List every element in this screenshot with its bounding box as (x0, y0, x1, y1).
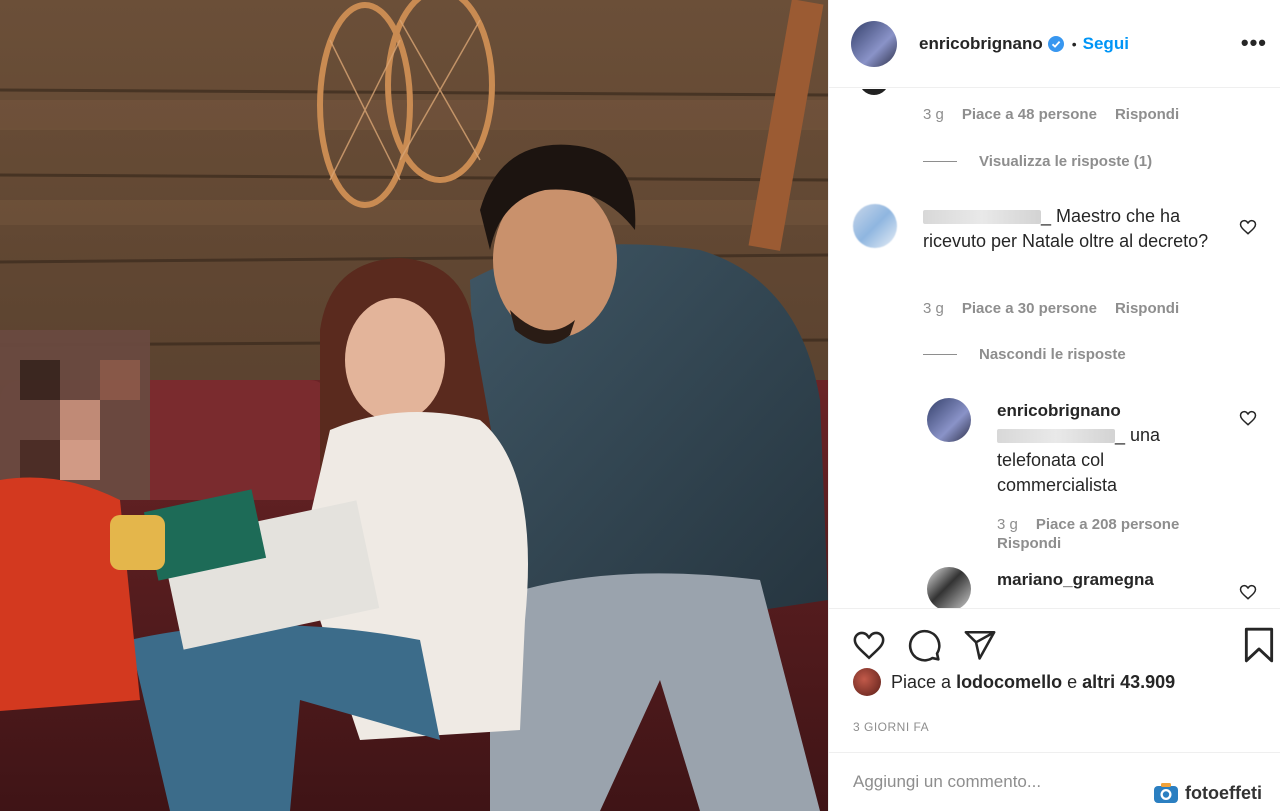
comment-username[interactable]: mariano_gramegna (997, 567, 1154, 592)
reply-button[interactable]: Rispondi (997, 535, 1061, 552)
like-comment-heart-icon[interactable] (1239, 218, 1257, 236)
reply-button[interactable]: Rispondi (1115, 106, 1179, 123)
reply-likes[interactable]: Piace a 208 persone (1036, 516, 1179, 533)
redacted-username (923, 210, 1041, 224)
more-options-icon[interactable]: ••• (1241, 30, 1267, 56)
reply-username[interactable]: enricobrignano (997, 398, 1217, 423)
header-separator: • (1072, 36, 1077, 52)
liker-username[interactable]: lodocomello (956, 672, 1062, 693)
comment-icon[interactable] (907, 628, 942, 663)
commenter-avatar[interactable] (927, 567, 971, 608)
reply-author-avatar[interactable] (927, 398, 971, 442)
reply-item: enricobrignano _ una telefonata col comm… (927, 398, 1227, 498)
comment-item: mariano_gramegna (927, 567, 1227, 608)
comment-time: 3 g (923, 106, 944, 123)
hide-replies-label: Nascondi le risposte (979, 346, 1126, 363)
view-replies-label: Visualizza le risposte (1) (979, 153, 1152, 170)
post-sidebar: enricobrignano • Segui ••• 3 g Piace a 4… (828, 0, 1280, 811)
replies-line (923, 161, 957, 162)
reply-time: 3 g (997, 516, 1018, 533)
redacted-mention (997, 429, 1115, 443)
post-time: 3 GIORNI FA (853, 720, 929, 734)
share-icon[interactable] (963, 628, 997, 662)
comment-meta: 3 g Piace a 30 persone Rispondi (923, 300, 1179, 317)
liker-avatar[interactable] (853, 668, 881, 696)
likes-middle: e (1067, 672, 1077, 693)
heart-icon[interactable] (851, 628, 887, 662)
hide-replies-button[interactable]: Nascondi le risposte (923, 346, 1126, 363)
watermark-text: fotoeffeti (1185, 783, 1262, 804)
comment-body: mariano_gramegna (997, 567, 1154, 608)
watermark: fotoeffeti (1147, 780, 1268, 806)
view-replies-button[interactable]: Visualizza le risposte (1) (923, 153, 1152, 170)
commenter-avatar[interactable] (853, 204, 897, 248)
author-username[interactable]: enricobrignano (919, 34, 1043, 54)
comment-item: _ Maestro che ha ricevuto per Natale olt… (853, 204, 1233, 254)
add-comment-input[interactable]: Aggiungi un commento... (853, 772, 1041, 792)
post-photo[interactable] (0, 0, 828, 811)
comment-likes[interactable]: Piace a 48 persone (962, 106, 1097, 123)
camera-logo-icon (1153, 782, 1179, 804)
comment-time: 3 g (923, 300, 944, 317)
verified-badge-icon (1048, 36, 1064, 52)
likes-others[interactable]: altri 43.909 (1082, 672, 1175, 693)
likes-prefix: Piace a (891, 672, 951, 693)
family-christmas-photo (0, 0, 828, 811)
comments-list[interactable]: 3 g Piace a 48 persone Rispondi Visualiz… (829, 89, 1280, 608)
post-header: enricobrignano • Segui ••• (829, 0, 1280, 88)
like-reply-heart-icon[interactable] (1239, 409, 1257, 427)
comment-body: _ Maestro che ha ricevuto per Natale olt… (923, 204, 1233, 254)
reply-meta: 3 g Piace a 208 persone Rispondi (997, 516, 1237, 552)
reply-body: enricobrignano _ una telefonata col comm… (997, 398, 1217, 498)
comment-likes[interactable]: Piace a 30 persone (962, 300, 1097, 317)
follow-button[interactable]: Segui (1083, 34, 1129, 54)
reply-button[interactable]: Rispondi (1115, 300, 1179, 317)
bookmark-icon[interactable] (1243, 626, 1275, 664)
instagram-post-view: enricobrignano • Segui ••• 3 g Piace a 4… (0, 0, 1280, 811)
cropped-avatar (859, 89, 889, 95)
replies-line (923, 354, 957, 355)
comment-meta: 3 g Piace a 48 persone Rispondi (923, 106, 1179, 123)
like-comment-heart-icon[interactable] (1239, 583, 1257, 601)
author-avatar[interactable] (851, 21, 897, 67)
likes-summary[interactable]: Piace a lodocomello e altri 43.909 (853, 668, 1175, 696)
